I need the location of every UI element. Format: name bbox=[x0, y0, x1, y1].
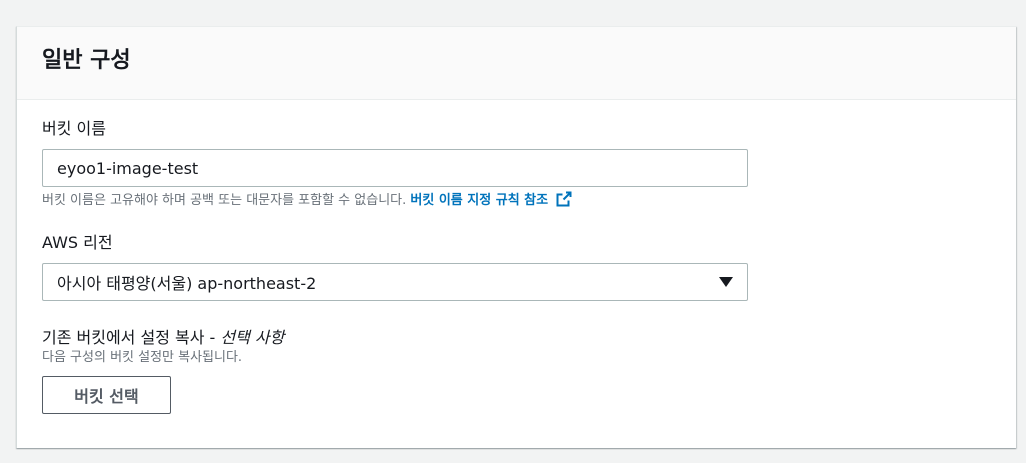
caret-down-icon bbox=[719, 277, 733, 287]
region-label: AWS 리전 bbox=[42, 233, 113, 252]
copy-settings-label: 기존 버킷에서 설정 복사 - 선택 사항 bbox=[42, 327, 1016, 349]
section-title: 일반 구성 bbox=[42, 48, 131, 73]
copy-settings-optional: 선택 사항 bbox=[220, 328, 285, 347]
bucket-name-hint: 버킷 이름은 고유해야 하며 공백 또는 대문자를 포함할 수 없습니다. 버킷… bbox=[42, 191, 1016, 211]
general-config-panel: 일반 구성 버킷 이름 버킷 이름은 고유해야 하며 공백 또는 대문자를 포함… bbox=[16, 26, 1016, 448]
copy-settings-description: 다음 구성의 버킷 설정만 복사됩니다. bbox=[42, 350, 243, 365]
bucket-name-hint-text: 버킷 이름은 고유해야 하며 공백 또는 대문자를 포함할 수 없습니다. bbox=[42, 193, 407, 208]
bucket-name-label: 버킷 이름 bbox=[42, 119, 106, 138]
external-link-icon bbox=[556, 191, 572, 207]
panel-header: 일반 구성 bbox=[17, 27, 1016, 100]
naming-rules-link-label: 버킷 이름 지정 규칙 참조 bbox=[410, 193, 549, 208]
naming-rules-link[interactable]: 버킷 이름 지정 규칙 참조 bbox=[410, 191, 572, 208]
region-select[interactable]: 아시아 태평양(서울) ap-northeast-2 bbox=[42, 263, 748, 301]
panel-body: 버킷 이름 버킷 이름은 고유해야 하며 공백 또는 대문자를 포함할 수 없습… bbox=[17, 100, 1016, 414]
bucket-name-input[interactable] bbox=[42, 149, 748, 187]
choose-bucket-button[interactable]: 버킷 선택 bbox=[42, 376, 171, 414]
region-selected-value: 아시아 태평양(서울) ap-northeast-2 bbox=[57, 274, 317, 293]
copy-settings-label-main: 기존 버킷에서 설정 복사 - bbox=[42, 328, 221, 347]
